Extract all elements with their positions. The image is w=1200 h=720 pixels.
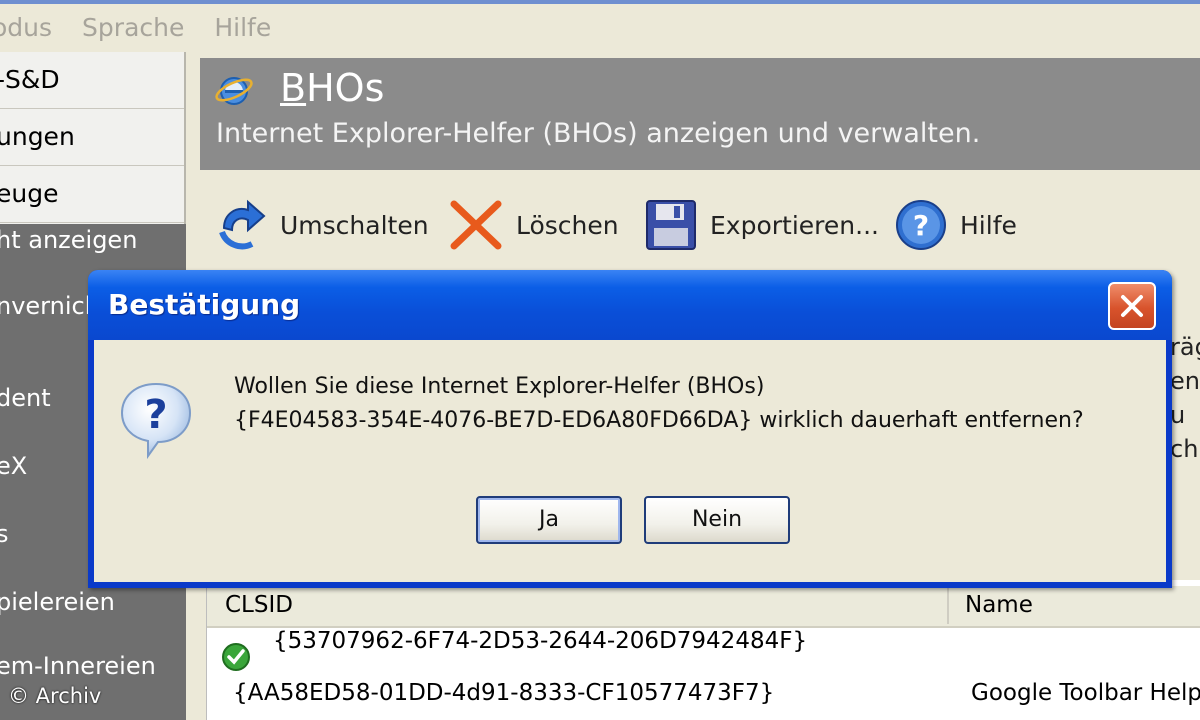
sidebar-tool-item[interactable]: pielereien <box>0 588 115 616</box>
check-icon <box>222 643 250 671</box>
dialog-title: Bestätigung <box>108 288 301 321</box>
no-button[interactable]: Nein <box>644 496 790 544</box>
sidebar-item-sd[interactable]: -S&D <box>0 52 184 109</box>
svg-text:?: ? <box>144 392 167 438</box>
toggle-button[interactable]: Umschalten <box>214 198 429 252</box>
row-clsid: {53707962-6F74-2D53-2644-206D7942484F} <box>273 628 808 654</box>
question-icon: ? <box>120 382 192 460</box>
page-subtitle: Internet Explorer-Helfer (BHOs) anzeigen… <box>216 118 981 149</box>
help-question-icon: ? <box>896 200 946 250</box>
delete-button[interactable]: Löschen <box>448 198 619 252</box>
sidebar-item-tools[interactable]: euge <box>0 166 184 223</box>
table-row[interactable]: {53707962-6F74-2D53-2644-206D7942484F} <box>207 628 1200 680</box>
row-clsid: {AA58ED58-01DD-4d91-8333-CF10577473F7} <box>233 680 775 706</box>
column-divider[interactable] <box>947 588 949 624</box>
sidebar-tool-item[interactable]: dent <box>0 384 51 412</box>
confirmation-dialog: Bestätigung ? Wollen Sie diese Internet … <box>88 270 1172 588</box>
close-icon <box>1121 295 1143 317</box>
sidebar-tool-item[interactable]: eX <box>0 452 27 480</box>
help-button[interactable]: ? Hilfe <box>894 198 1017 252</box>
dialog-title-bar[interactable]: Bestätigung <box>88 270 1172 340</box>
column-header-clsid[interactable]: CLSID <box>225 592 293 618</box>
background-text-fragment: räg en u ch <box>1170 333 1200 463</box>
dialog-close-button[interactable] <box>1108 282 1156 330</box>
dialog-message: Wollen Sie diese Internet Explorer-Helfe… <box>234 374 1084 433</box>
sidebar-tool-item[interactable]: s <box>0 520 9 548</box>
sidebar-tool-item[interactable]: nvernich <box>0 292 100 320</box>
sidebar-categories: -S&D ungen euge <box>0 52 186 224</box>
export-button[interactable]: Exportieren... <box>644 198 879 252</box>
list-header: CLSID Name <box>207 586 1200 628</box>
column-header-name[interactable]: Name <box>965 592 1033 618</box>
yes-button[interactable]: Ja <box>476 496 622 544</box>
page-title: BHOs <box>280 66 385 110</box>
page-header: BHOs Internet Explorer-Helfer (BHOs) anz… <box>200 58 1200 170</box>
svg-text:?: ? <box>913 209 929 242</box>
menu-hilfe[interactable]: Hilfe <box>214 13 271 42</box>
row-name: Google Toolbar Help <box>971 680 1200 706</box>
floppy-disk-icon <box>646 200 696 250</box>
toolbar: Umschalten Löschen Exportieren... ? Hilf… <box>200 188 1200 268</box>
menu-sprache[interactable]: Sprache <box>82 13 184 42</box>
sidebar-tool-item[interactable]: em-Innereien <box>0 652 156 680</box>
copyright-watermark: © Archiv <box>8 684 102 708</box>
delete-x-icon <box>450 200 502 250</box>
bho-list: CLSID Name {53707962-6F74-2D53-2644-206D… <box>206 580 1200 720</box>
sidebar-tool-item[interactable]: ht anzeigen <box>0 226 137 254</box>
sidebar-item-settings[interactable]: ungen <box>0 109 184 166</box>
internet-explorer-icon <box>215 77 253 105</box>
table-row[interactable]: {AA58ED58-01DD-4d91-8333-CF10577473F7} G… <box>207 680 1200 720</box>
toggle-arrow-icon <box>219 199 266 250</box>
menu-bar: odus Sprache Hilfe <box>0 4 1200 50</box>
dialog-body: ? Wollen Sie diese Internet Explorer-Hel… <box>94 340 1166 582</box>
menu-modus[interactable]: odus <box>0 13 52 42</box>
